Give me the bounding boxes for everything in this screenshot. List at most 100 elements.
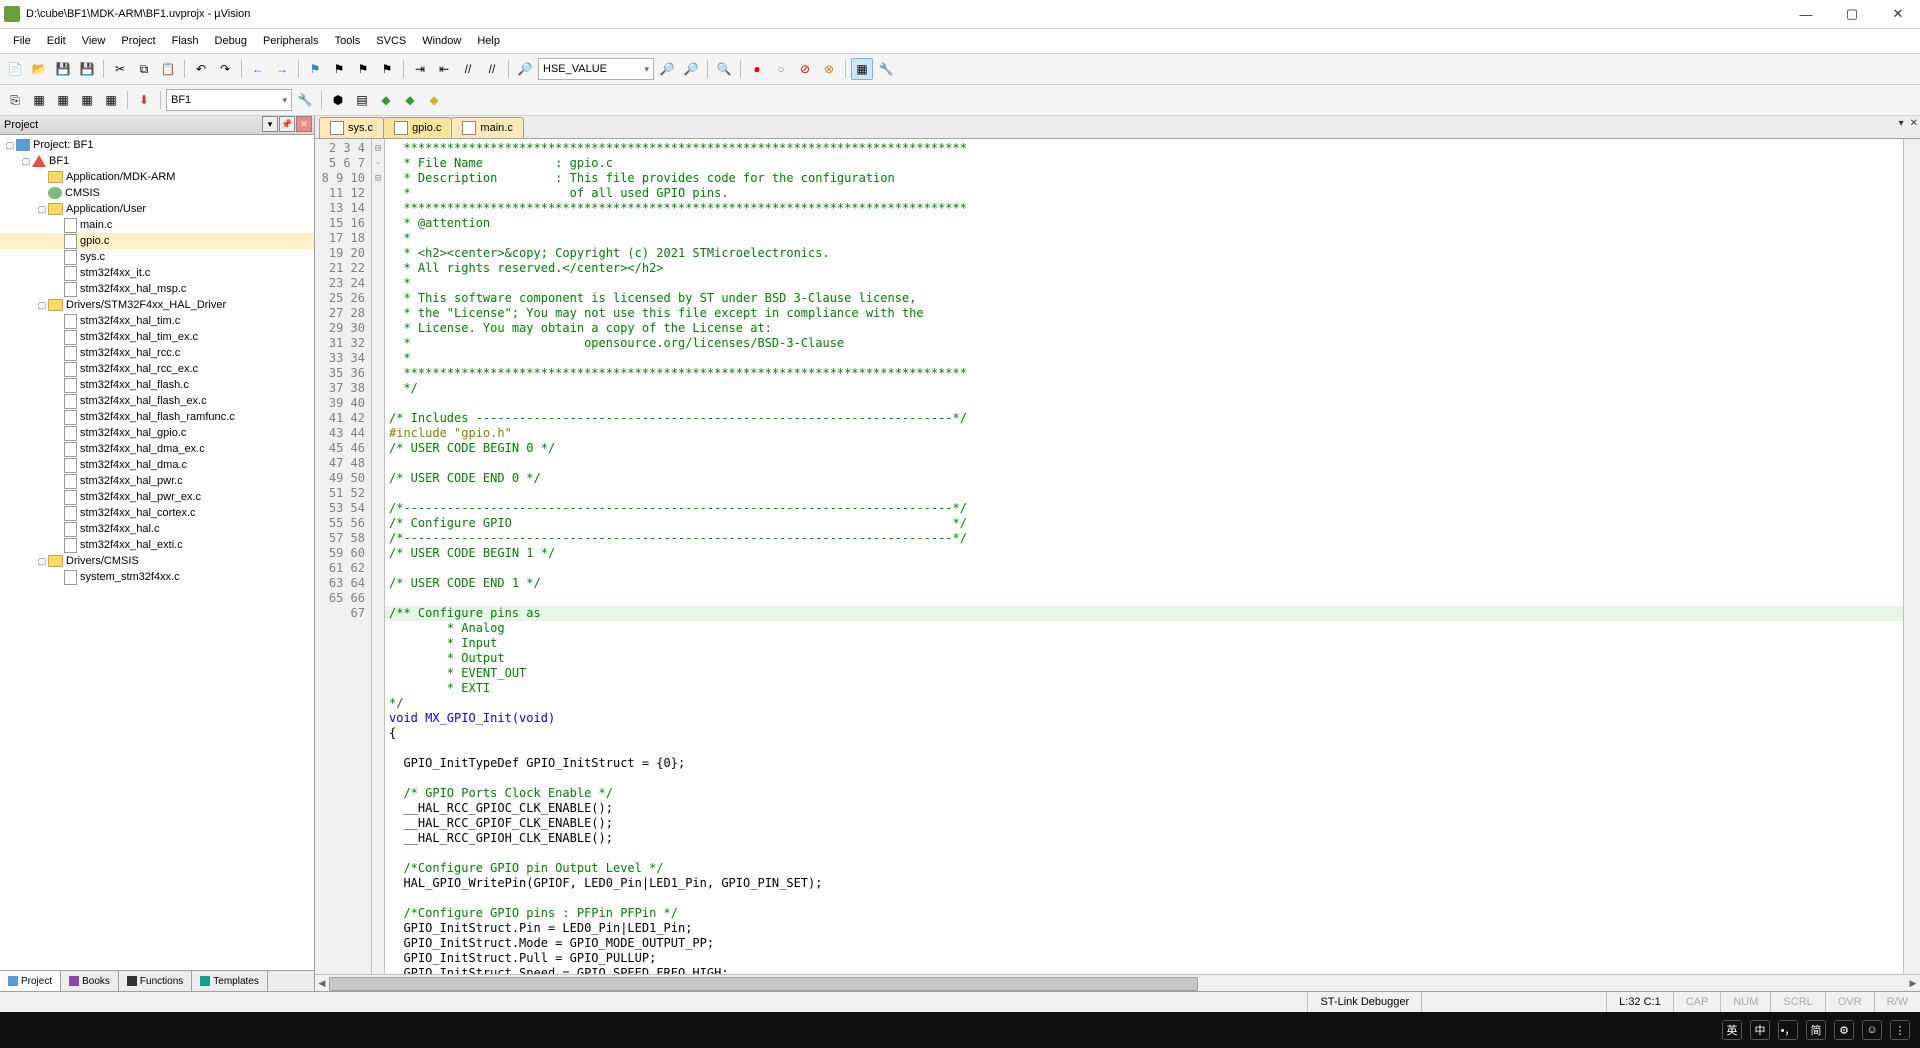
scroll-right-icon[interactable]: ▶ xyxy=(1906,975,1920,991)
redo-button[interactable]: ↷ xyxy=(214,58,236,80)
uncomment-button[interactable]: // xyxy=(481,58,503,80)
bookmark-prev-button[interactable]: ⚑ xyxy=(328,58,350,80)
tab-dropdown-icon[interactable]: ▾ xyxy=(1899,118,1904,129)
tree-item[interactable]: stm32f4xx_hal_tim_ex.c xyxy=(0,329,314,345)
tree-item[interactable]: stm32f4xx_hal_pwr.c xyxy=(0,473,314,489)
tree-item[interactable]: stm32f4xx_hal_dma_ex.c xyxy=(0,441,314,457)
menu-debug[interactable]: Debug xyxy=(208,33,254,49)
comment-button[interactable]: // xyxy=(457,58,479,80)
horizontal-scrollbar[interactable]: ◀ ▶ xyxy=(315,974,1920,991)
menu-flash[interactable]: Flash xyxy=(165,33,206,49)
sidebar-tab-templates[interactable]: Templates xyxy=(192,971,268,991)
copy-button[interactable]: ⧉ xyxy=(133,58,155,80)
tray-ime2-icon[interactable]: 中 xyxy=(1750,1020,1770,1040)
tree-item[interactable]: stm32f4xx_hal_tim.c xyxy=(0,313,314,329)
tree-item[interactable]: stm32f4xx_hal_flash_ex.c xyxy=(0,393,314,409)
tray-smile-icon[interactable]: ☺ xyxy=(1862,1020,1882,1040)
editor-tab[interactable]: gpio.c xyxy=(383,117,452,138)
find-icon[interactable]: 🔎 xyxy=(514,58,536,80)
red-dot-icon[interactable]: ● xyxy=(746,58,768,80)
target-options-button[interactable]: 🔧 xyxy=(294,89,316,111)
bookmark-next-button[interactable]: ⚑ xyxy=(352,58,374,80)
close-button[interactable]: ✕ xyxy=(1884,4,1912,24)
tree-item[interactable]: stm32f4xx_hal_pwr_ex.c xyxy=(0,489,314,505)
build-button[interactable]: ▦ xyxy=(28,89,50,111)
undo-button[interactable]: ↶ xyxy=(190,58,212,80)
target-combo[interactable]: BF1 xyxy=(166,89,292,111)
tray-more-icon[interactable]: ⋮ xyxy=(1890,1020,1910,1040)
menu-edit[interactable]: Edit xyxy=(40,33,73,49)
file-ext-button[interactable]: ▤ xyxy=(351,89,373,111)
tree-item[interactable]: stm32f4xx_hal_flash.c xyxy=(0,377,314,393)
editor-tab[interactable]: main.c xyxy=(451,117,523,138)
panel-close-icon[interactable]: ✕ xyxy=(296,116,312,132)
batch-build-button[interactable]: ▦ xyxy=(76,89,98,111)
window-layout-button[interactable]: ▦ xyxy=(851,58,873,80)
menu-window[interactable]: Window xyxy=(415,33,468,49)
tree-item[interactable]: main.c xyxy=(0,217,314,233)
stop-build-button[interactable]: ▦ xyxy=(100,89,122,111)
fold-gutter[interactable]: ⊟ - ⊟ xyxy=(372,139,385,974)
sidebar-tab-functions[interactable]: Functions xyxy=(119,971,192,991)
tree-item[interactable]: stm32f4xx_hal_dma.c xyxy=(0,457,314,473)
tree-item[interactable]: stm32f4xx_hal_flash_ramfunc.c xyxy=(0,409,314,425)
circle-icon[interactable]: ○ xyxy=(770,58,792,80)
select-pack-button[interactable]: ◆ xyxy=(399,89,421,111)
panel-dropdown-icon[interactable]: ▾ xyxy=(262,116,278,132)
tree-item[interactable]: stm32f4xx_hal_rcc.c xyxy=(0,345,314,361)
manage-rte-button[interactable]: ◆ xyxy=(375,89,397,111)
code-content[interactable]: ****************************************… xyxy=(385,139,1920,974)
tree-item[interactable]: ▢Application/User xyxy=(0,201,314,217)
nav-back-button[interactable]: ← xyxy=(247,58,269,80)
menu-tools[interactable]: Tools xyxy=(328,33,368,49)
project-tree[interactable]: ▢Project: BF1▢BF1Application/MDK-ARMCMSI… xyxy=(0,135,314,970)
sidebar-tab-books[interactable]: Books xyxy=(61,971,119,991)
tree-item[interactable]: ▢Drivers/CMSIS xyxy=(0,553,314,569)
tree-item[interactable]: stm32f4xx_hal.c xyxy=(0,521,314,537)
tray-punct-icon[interactable]: •， xyxy=(1778,1020,1798,1040)
tree-item[interactable]: ▢BF1 xyxy=(0,153,314,169)
pack-installer-button[interactable]: ◆ xyxy=(423,89,445,111)
menu-view[interactable]: View xyxy=(75,33,113,49)
download-button[interactable]: ⬇ xyxy=(133,89,155,111)
paste-button[interactable]: 📋 xyxy=(157,58,179,80)
bookmark-button[interactable]: ⚑ xyxy=(304,58,326,80)
find-combo[interactable]: HSE_VALUE xyxy=(538,58,654,80)
incremental-find-button[interactable]: 🔎 xyxy=(680,58,702,80)
menu-peripherals[interactable]: Peripherals xyxy=(256,33,326,49)
find-in-files-button[interactable]: 🔎 xyxy=(656,58,678,80)
configure-button[interactable]: 🔧 xyxy=(875,58,897,80)
tree-item[interactable]: Application/MDK-ARM xyxy=(0,169,314,185)
scroll-thumb[interactable] xyxy=(329,977,1198,991)
tray-gear-icon[interactable]: ⚙ xyxy=(1834,1020,1854,1040)
code-editor[interactable]: 2 3 4 5 6 7 8 9 10 11 12 13 14 15 16 17 … xyxy=(315,139,1920,974)
panel-pin-icon[interactable]: 📌 xyxy=(279,116,295,132)
save-button[interactable]: 💾 xyxy=(52,58,74,80)
tree-item[interactable]: stm32f4xx_hal_exti.c xyxy=(0,537,314,553)
translate-button[interactable]: ⎘ xyxy=(4,89,26,111)
cut-button[interactable]: ✂ xyxy=(109,58,131,80)
editor-tab[interactable]: sys.c xyxy=(319,117,384,138)
tree-item[interactable]: stm32f4xx_hal_msp.c xyxy=(0,281,314,297)
tree-item[interactable]: CMSIS xyxy=(0,185,314,201)
tree-item[interactable]: ▢Drivers/STM32F4xx_HAL_Driver xyxy=(0,297,314,313)
bookmark-clear-button[interactable]: ⚑ xyxy=(376,58,398,80)
sidebar-tab-project[interactable]: Project xyxy=(0,971,61,991)
menu-file[interactable]: File xyxy=(6,33,38,49)
menu-project[interactable]: Project xyxy=(114,33,162,49)
menu-help[interactable]: Help xyxy=(470,33,507,49)
rebuild-button[interactable]: ▦ xyxy=(52,89,74,111)
disable-bp-icon[interactable]: ⊘ xyxy=(794,58,816,80)
kill-bp-icon[interactable]: ⊗ xyxy=(818,58,840,80)
outdent-button[interactable]: ⇤ xyxy=(433,58,455,80)
tree-item[interactable]: system_stm32f4xx.c xyxy=(0,569,314,585)
minimize-button[interactable]: — xyxy=(1792,4,1820,24)
tree-item[interactable]: sys.c xyxy=(0,249,314,265)
tree-item[interactable]: stm32f4xx_hal_cortex.c xyxy=(0,505,314,521)
scroll-left-icon[interactable]: ◀ xyxy=(315,975,329,991)
new-button[interactable]: 📄 xyxy=(4,58,26,80)
debug-button[interactable]: 🔍 xyxy=(713,58,735,80)
tree-item[interactable]: ▢Project: BF1 xyxy=(0,137,314,153)
save-all-button[interactable]: 💾 xyxy=(76,58,98,80)
nav-fwd-button[interactable]: → xyxy=(271,58,293,80)
